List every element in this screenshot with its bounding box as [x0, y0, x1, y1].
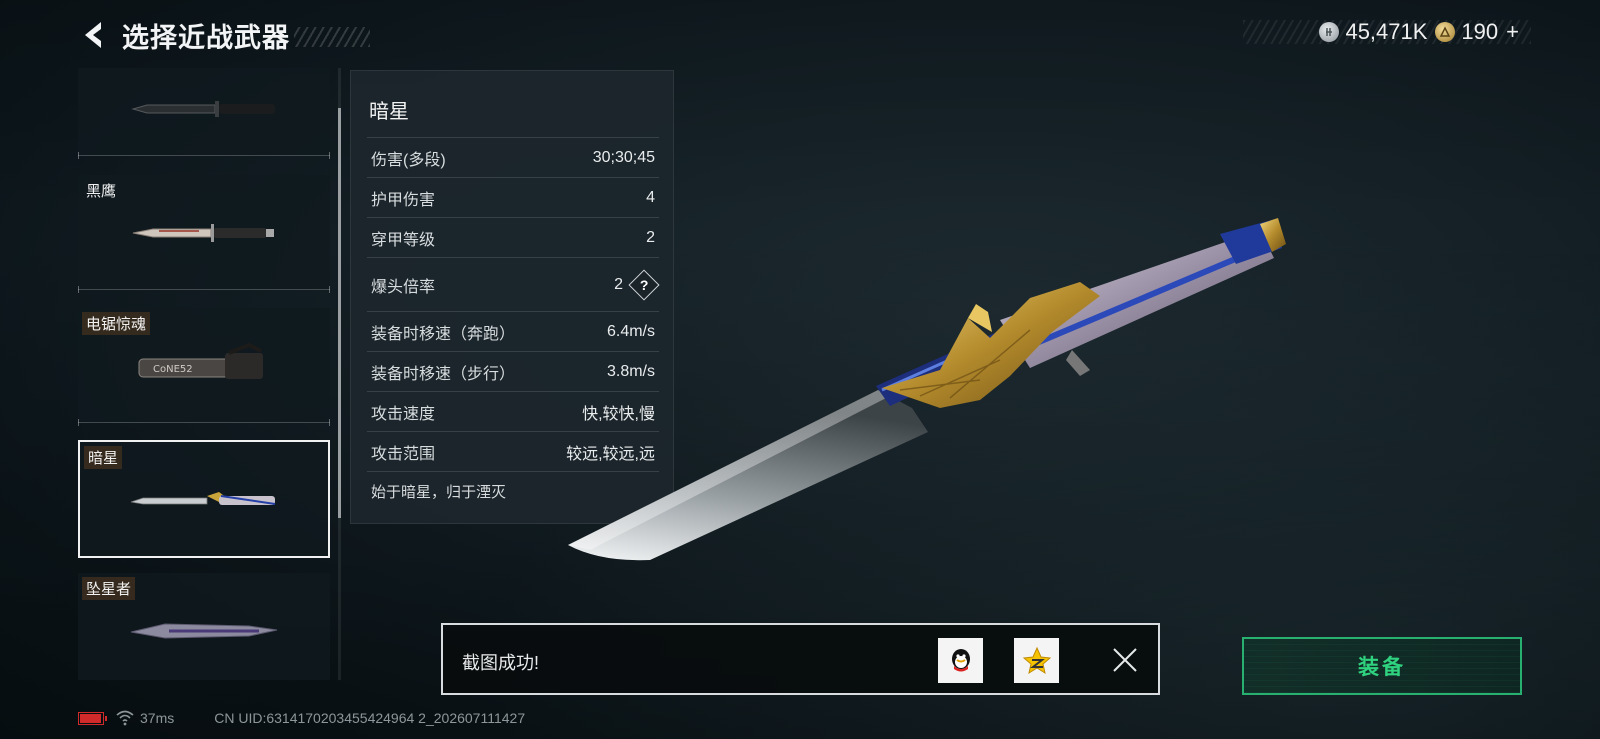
battery-icon	[78, 711, 107, 725]
weapon-description: 始于暗星，归于湮灭	[371, 484, 507, 501]
stat-label: 攻击速度	[371, 405, 436, 423]
chainsaw-image: CoNE52	[118, 308, 290, 423]
share-qq-button[interactable]	[938, 638, 983, 683]
status-bar: 37ms CN UID:6314170203455424964 2_202607…	[78, 708, 525, 728]
weapon-name: 暗星	[84, 446, 123, 469]
svg-text:CoNE52: CoNE52	[153, 364, 193, 375]
list-scrollbar[interactable]	[338, 68, 341, 680]
weapon-card-heiying[interactable]: 黑鹰	[78, 175, 330, 293]
weapon-card-chainsaw[interactable]: 电锯惊魂 CoNE52	[78, 308, 330, 426]
zhuixingzhe-knife-image	[118, 573, 290, 680]
toast-message: 截图成功!	[462, 653, 540, 673]
add-currency-icon[interactable]: +	[1506, 19, 1519, 45]
card-divider	[78, 419, 330, 426]
gold-currency[interactable]: 190 +	[1435, 19, 1519, 45]
silver-coin-icon	[1319, 22, 1340, 42]
card-divider	[78, 152, 330, 159]
weapon-title: 暗星	[369, 101, 409, 123]
weapon-card-anxing[interactable]: 暗星	[78, 440, 330, 558]
close-icon[interactable]	[1108, 643, 1142, 677]
stat-label: 爆头倍率	[371, 278, 436, 296]
battery-level	[80, 713, 101, 723]
weapon-card[interactable]	[78, 68, 330, 159]
stat-row: 伤害(多段) 30;30;45	[367, 137, 659, 177]
qq-icon	[951, 648, 970, 671]
back-arrow-icon[interactable]	[78, 18, 108, 52]
stat-label: 装备时移速（奔跑）	[371, 325, 516, 343]
weapon-list[interactable]: 黑鹰 电锯惊魂 CoNE52 暗星 坠星者	[78, 68, 330, 680]
weapon-card-zhuixingzhe[interactable]: 坠星者	[78, 573, 330, 680]
stat-label: 护甲伤害	[371, 191, 436, 209]
title-decoration	[294, 27, 370, 47]
ping-value: 37ms	[140, 710, 175, 726]
weapon-name: 黑鹰	[86, 183, 117, 200]
currency-bar: 45,471K 190 +	[1243, 19, 1531, 45]
equip-button[interactable]: 装备	[1242, 637, 1522, 695]
gold-coin-icon	[1435, 22, 1456, 42]
silver-currency-value: 45,471K	[1345, 19, 1428, 44]
heiying-knife-image	[118, 175, 290, 290]
page-title: 选择近战武器	[122, 22, 290, 53]
combat-knife-image	[118, 68, 290, 156]
equip-button-label: 装备	[1358, 656, 1406, 679]
qzone-star-icon	[1022, 646, 1051, 674]
card-divider	[78, 286, 330, 293]
screenshot-toast: 截图成功!	[441, 623, 1160, 695]
knife-model-image[interactable]	[560, 200, 1320, 590]
stat-label: 装备时移速（步行）	[371, 365, 516, 383]
stat-label: 攻击范围	[371, 445, 436, 463]
anxing-knife-image	[120, 442, 288, 556]
stat-value: 30;30;45	[592, 148, 655, 166]
share-qzone-button[interactable]	[1014, 638, 1059, 683]
gold-currency-value: 190	[1461, 19, 1499, 44]
list-scroll-thumb[interactable]	[338, 108, 341, 518]
page-header: 选择近战武器	[78, 16, 370, 54]
silver-currency: 45,471K	[1319, 19, 1427, 45]
user-uid: CN UID:6314170203455424964 2_20260711142…	[214, 710, 526, 726]
stat-label: 伤害(多段)	[371, 151, 446, 169]
stat-label: 穿甲等级	[371, 231, 436, 249]
wifi-icon	[116, 710, 134, 726]
